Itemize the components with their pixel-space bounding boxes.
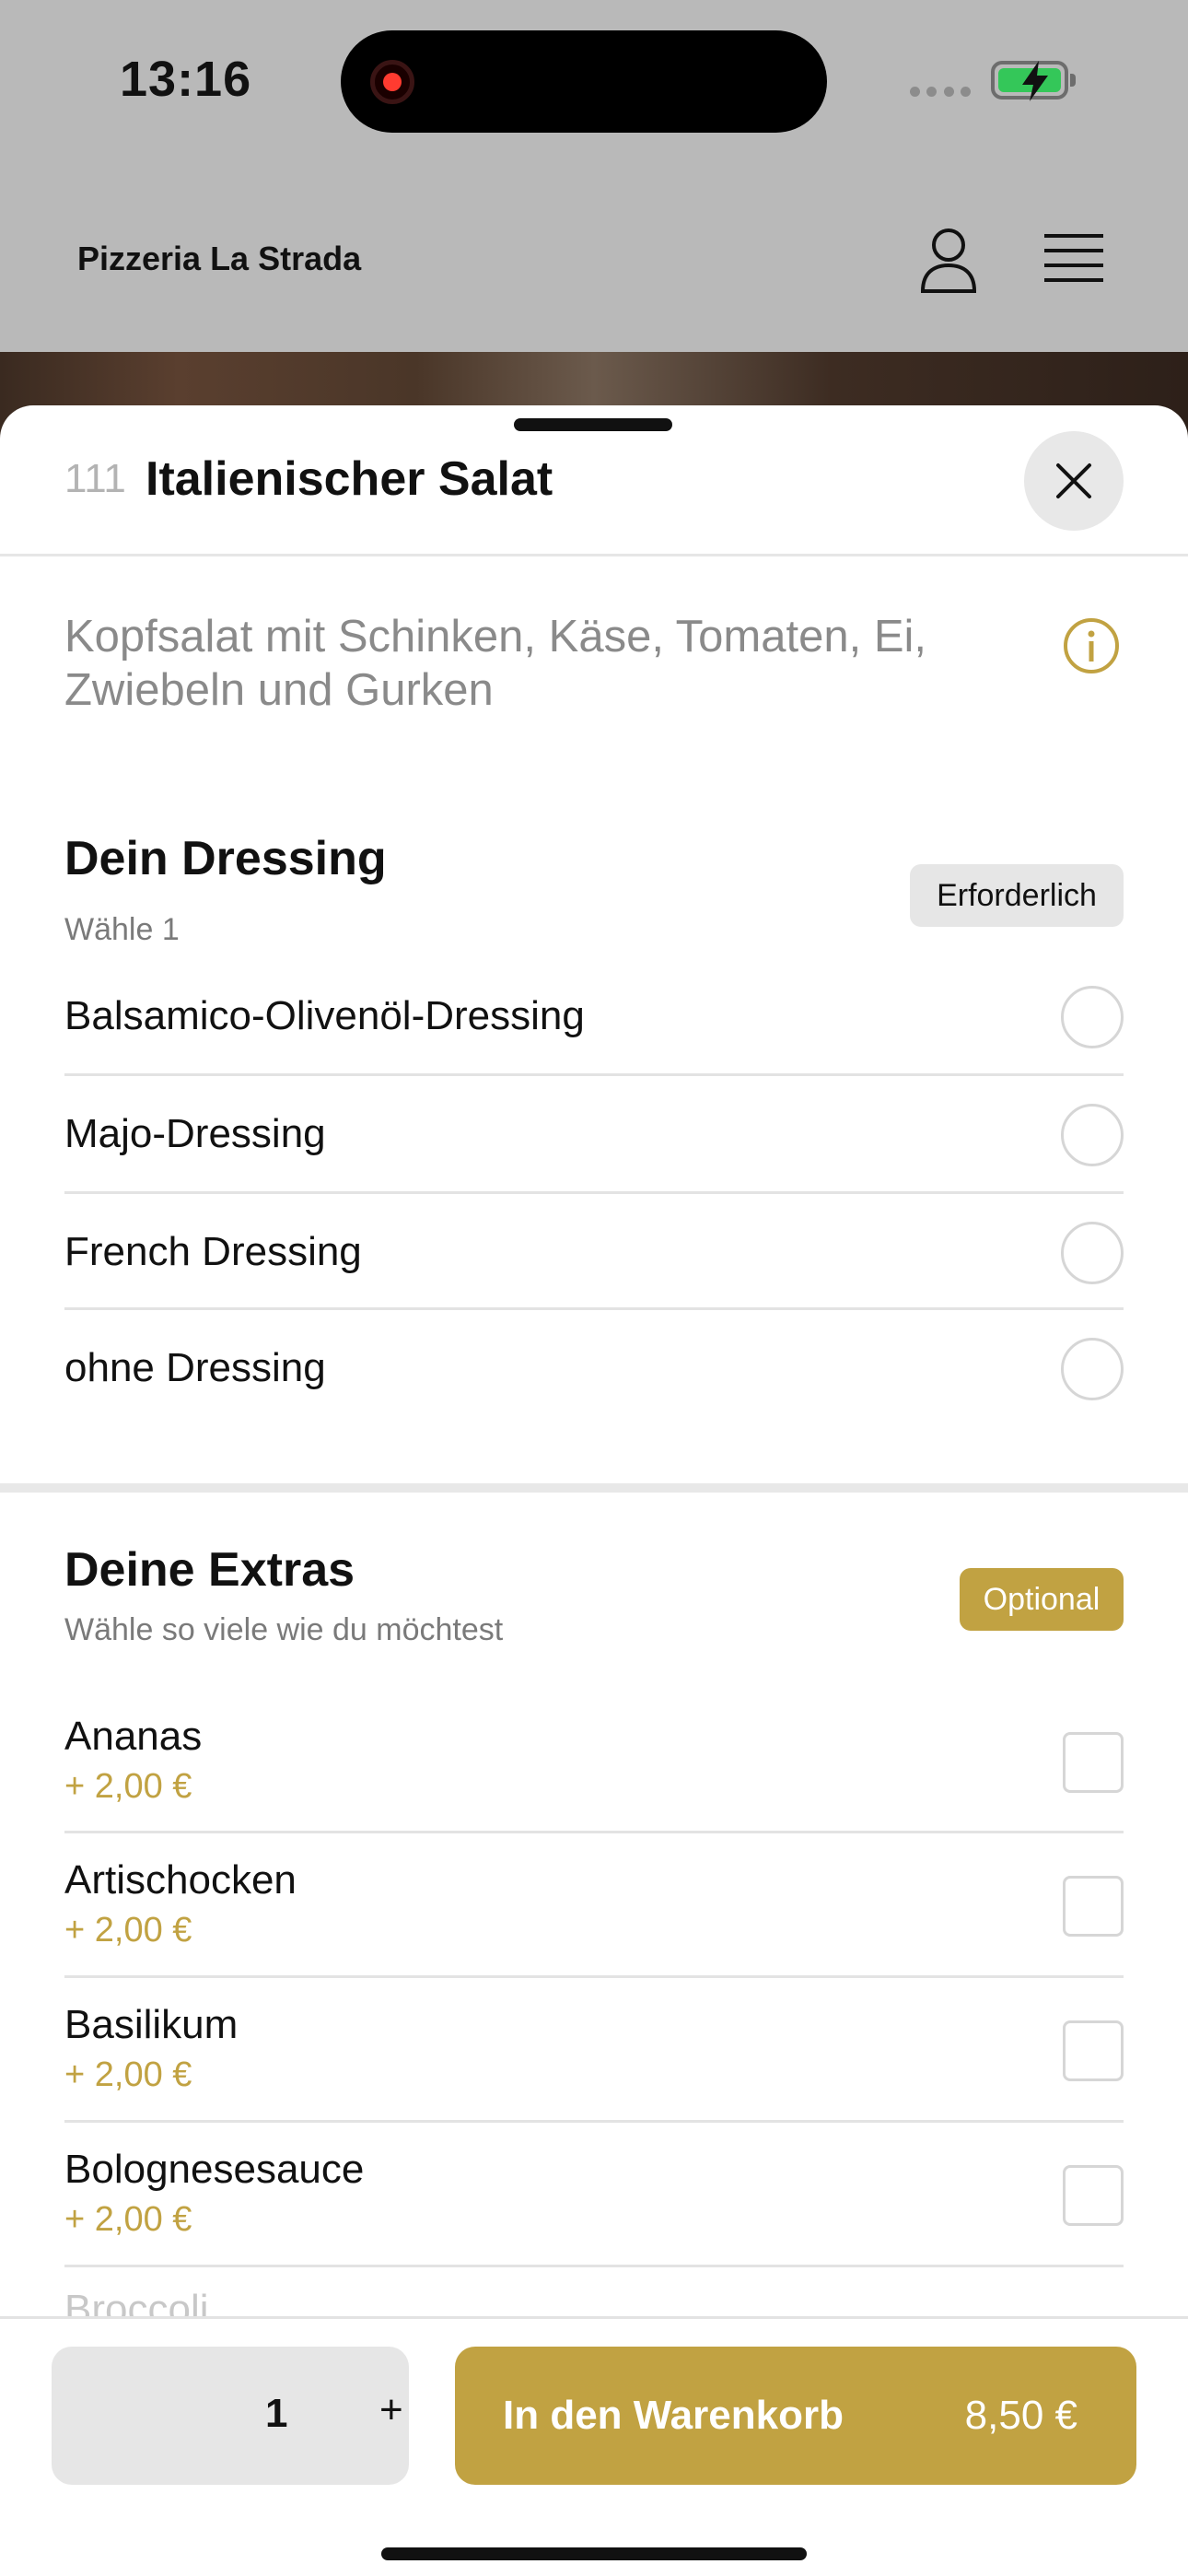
status-time: 13:16 bbox=[120, 52, 252, 107]
option-label: Artischocken bbox=[64, 1857, 297, 1903]
dressing-option[interactable]: French Dressing bbox=[64, 1194, 1124, 1310]
dressing-subtitle: Wähle 1 bbox=[64, 912, 180, 947]
optional-badge: Optional bbox=[960, 1568, 1124, 1631]
cart-price: 8,50 € bbox=[964, 2393, 1077, 2438]
checkbox[interactable] bbox=[1063, 2165, 1124, 2226]
section-divider bbox=[0, 1483, 1188, 1493]
option-label: French Dressing bbox=[64, 1229, 362, 1274]
extra-option[interactable]: Basilikum + 2,00 € bbox=[64, 1978, 1124, 2123]
extras-title: Deine Extras bbox=[64, 1543, 355, 1597]
signal-icon bbox=[910, 87, 971, 97]
increase-button[interactable]: + bbox=[379, 2387, 403, 2433]
checkbox[interactable] bbox=[1063, 1876, 1124, 1937]
quantity-value: 1 bbox=[265, 2391, 288, 2436]
option-label: Basilikum bbox=[64, 2002, 239, 2047]
checkbox[interactable] bbox=[1063, 2020, 1124, 2081]
radio-button[interactable] bbox=[1061, 1104, 1124, 1166]
user-icon[interactable] bbox=[919, 227, 978, 293]
dressing-option[interactable]: Majo-Dressing bbox=[64, 1076, 1124, 1194]
home-indicator bbox=[381, 2547, 807, 2560]
extra-option[interactable]: Ananas + 2,00 € bbox=[64, 1695, 1124, 1833]
option-price: + 2,00 € bbox=[64, 2055, 192, 2094]
extra-option[interactable]: Bolognesesauce + 2,00 € bbox=[64, 2123, 1124, 2267]
bottom-bar: 1 + In den Warenkorb 8,50 € bbox=[0, 2316, 1188, 2576]
brand-name: Pizzeria La Strada bbox=[77, 240, 362, 277]
menu-icon[interactable] bbox=[1044, 232, 1103, 284]
battery-icon bbox=[991, 61, 1068, 101]
item-sheet: 111 Italienischer Salat Kopfsalat mit Sc… bbox=[0, 405, 1188, 2576]
option-label: Balsamico-Olivenöl-Dressing bbox=[64, 993, 585, 1038]
option-label: ohne Dressing bbox=[64, 1345, 326, 1390]
extras-subtitle: Wähle so viele wie du möchtest bbox=[64, 1612, 504, 1647]
quantity-stepper: 1 + bbox=[52, 2347, 409, 2485]
item-title: Italienischer Salat bbox=[146, 452, 553, 506]
item-number: 111 bbox=[64, 456, 126, 501]
option-label: Ananas bbox=[64, 1714, 203, 1759]
option-price: + 2,00 € bbox=[64, 1911, 192, 1950]
item-description: Kopfsalat mit Schinken, Käse, Tomaten, E… bbox=[64, 612, 927, 715]
radio-button[interactable] bbox=[1061, 1338, 1124, 1400]
add-to-cart-button[interactable]: In den Warenkorb 8,50 € bbox=[455, 2347, 1136, 2485]
option-label: Majo-Dressing bbox=[64, 1111, 326, 1156]
dressing-option[interactable]: Balsamico-Olivenöl-Dressing bbox=[64, 958, 1124, 1076]
option-label: Bolognesesauce bbox=[64, 2147, 365, 2192]
info-icon[interactable] bbox=[1063, 617, 1120, 674]
required-badge: Erforderlich bbox=[910, 864, 1124, 927]
sheet-header: 111 Italienischer Salat bbox=[0, 405, 1188, 556]
app-header: Pizzeria La Strada bbox=[0, 166, 1188, 352]
radio-button[interactable] bbox=[1061, 1222, 1124, 1284]
battery-tip bbox=[1070, 74, 1076, 87]
add-to-cart-label: In den Warenkorb bbox=[503, 2393, 844, 2438]
option-price: + 2,00 € bbox=[64, 2200, 192, 2239]
extra-option[interactable]: Artischocken + 2,00 € bbox=[64, 1833, 1124, 1978]
option-price: + 2,00 € bbox=[64, 1767, 192, 1806]
radio-button[interactable] bbox=[1061, 986, 1124, 1048]
dressing-option[interactable]: ohne Dressing bbox=[64, 1310, 1124, 1428]
close-button[interactable] bbox=[1024, 431, 1124, 531]
dressing-title: Dein Dressing bbox=[64, 832, 387, 885]
record-icon bbox=[370, 60, 414, 104]
close-icon bbox=[1056, 463, 1091, 498]
status-bar: 13:16 bbox=[0, 0, 1188, 166]
dynamic-island bbox=[341, 30, 827, 133]
checkbox[interactable] bbox=[1063, 1732, 1124, 1793]
